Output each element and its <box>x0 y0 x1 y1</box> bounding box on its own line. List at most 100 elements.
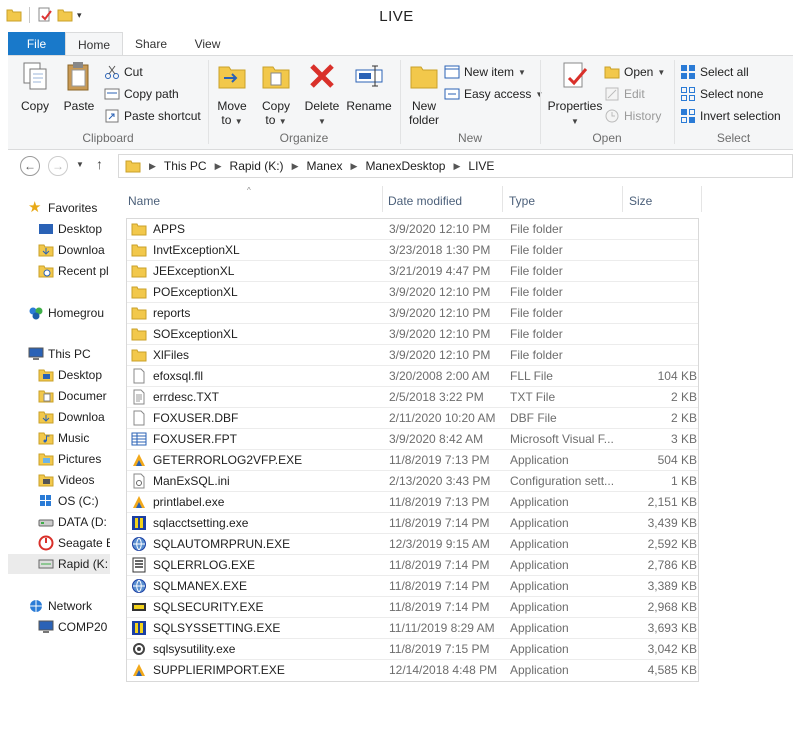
select-none-button[interactable]: Select none <box>680 84 763 104</box>
file-size: 4,585 KB <box>647 663 697 677</box>
copy-path-icon <box>104 88 120 100</box>
nav-downloads[interactable]: Downloa <box>38 240 105 260</box>
file-row[interactable]: SOExceptionXL 3/9/2020 12:10 PM File folde… <box>127 324 698 345</box>
file-size: 504 KB <box>657 453 697 467</box>
file-name: SUPPLIERIMPORT.EXE <box>153 663 285 677</box>
chevron-right-icon[interactable]: ▶ <box>215 161 222 172</box>
file-row[interactable]: SUPPLIERIMPORT.EXE 12/14/2018 4:48 PM Appl… <box>127 660 698 681</box>
file-row[interactable]: sqlsysutility.exe 11/8/2019 7:15 PM Applic… <box>127 639 698 660</box>
file-size <box>627 345 697 365</box>
file-row[interactable]: POExceptionXL 3/9/2020 12:10 PM File folde… <box>127 282 698 303</box>
file-name-cell: SQLERRLOG.EXE <box>131 555 385 575</box>
file-name: JEExceptionXL <box>153 264 235 278</box>
move-to-button[interactable]: Move to ▼ <box>212 60 252 129</box>
breadcrumb-rapid-k[interactable]: Rapid (K:) <box>230 159 284 173</box>
column-header-type[interactable]: Type <box>503 186 621 216</box>
tab-file[interactable]: File <box>8 32 65 56</box>
file-row[interactable]: SQLMANEX.EXE 11/8/2019 7:14 PM Application… <box>127 576 698 597</box>
back-button[interactable]: ← <box>20 156 40 176</box>
column-header-name[interactable]: Name <box>122 186 382 216</box>
file-row[interactable]: JEExceptionXL 3/21/2019 4:47 PM File folde… <box>127 261 698 282</box>
tab-home[interactable]: Home <box>65 32 123 56</box>
cut-button[interactable]: Cut <box>104 62 143 82</box>
breadcrumb-live[interactable]: LIVE <box>468 159 494 173</box>
nav-os-c[interactable]: OS (C:) <box>38 491 99 511</box>
open-button[interactable]: Open ▼ <box>604 62 665 82</box>
nav-this-pc[interactable]: This PC <box>28 344 91 364</box>
properties-button[interactable]: Properties ▼ <box>544 60 606 129</box>
forward-button[interactable]: → <box>48 156 68 176</box>
nav-desktop[interactable]: Desktop <box>38 219 102 239</box>
chevron-right-icon[interactable]: ▶ <box>351 161 358 172</box>
nav-network[interactable]: Network <box>28 596 92 616</box>
column-header-date[interactable]: Date modified <box>382 186 502 216</box>
nav-pc-downloads[interactable]: Downloa <box>38 407 105 427</box>
file-row[interactable]: XlFiles 3/9/2020 12:10 PM File folder <box>127 345 698 366</box>
file-size <box>627 240 697 260</box>
nav-videos[interactable]: Videos <box>38 470 94 490</box>
delete-button[interactable]: Delete ▼ <box>302 60 342 129</box>
file-row[interactable]: printlabel.exe 11/8/2019 7:13 PM Applicati… <box>127 492 698 513</box>
breadcrumb-this-pc[interactable]: This PC <box>164 159 207 173</box>
paste-button[interactable]: Paste <box>60 60 98 113</box>
nav-favorites[interactable]: ★ Favorites <box>28 198 97 218</box>
chevron-right-icon[interactable]: ▶ <box>292 161 299 172</box>
file-row[interactable]: errdesc.TXT 2/5/2018 3:22 PM TXT File 2 KB <box>127 387 698 408</box>
copy-button[interactable]: Copy <box>16 60 54 113</box>
nav-pictures[interactable]: Pictures <box>38 449 101 469</box>
new-item-button[interactable]: New item ▼ <box>444 62 526 82</box>
chevron-down-icon: ▼ <box>518 67 526 77</box>
file-row[interactable]: sqlacctsetting.exe 11/8/2019 7:14 PM Appli… <box>127 513 698 534</box>
nav-seagate[interactable]: Seagate E <box>38 533 110 553</box>
file-date: 3/9/2020 12:10 PM <box>389 285 491 299</box>
file-type: File folder <box>510 222 563 236</box>
nav-homegroup[interactable]: Homegrou <box>28 303 104 323</box>
nav-data-d[interactable]: DATA (D: <box>38 512 107 532</box>
file-type: File folder <box>510 327 563 341</box>
column-header-size[interactable]: Size <box>623 186 701 216</box>
file-row[interactable]: SQLERRLOG.EXE 11/8/2019 7:14 PM Applicatio… <box>127 555 698 576</box>
new-folder-button[interactable]: New folder <box>404 60 444 127</box>
easy-access-button[interactable]: Easy access ▼ <box>444 84 543 104</box>
file-row[interactable]: ManExSQL.ini 2/13/2020 3:43 PM Configurati… <box>127 471 698 492</box>
file-row[interactable]: SQLSECURITY.EXE 11/8/2019 7:14 PM Applicat… <box>127 597 698 618</box>
invert-selection-button[interactable]: Invert selection <box>680 106 781 126</box>
tab-share[interactable]: Share <box>128 32 174 56</box>
file-row[interactable]: SQLAUTOMRPRUN.EXE 12/3/2019 9:15 AM Applic… <box>127 534 698 555</box>
breadcrumb-manexdesktop[interactable]: ManexDesktop <box>365 159 445 173</box>
file-size: 3,042 KB <box>647 642 697 656</box>
file-name-cell: reports <box>131 303 385 323</box>
chevron-right-icon[interactable]: ▶ <box>453 161 460 172</box>
file-row[interactable]: InvtExceptionXL 3/23/2018 1:30 PM File fol… <box>127 240 698 261</box>
copy-path-button[interactable]: Copy path <box>104 84 179 104</box>
nav-computer[interactable]: COMP20 <box>38 617 107 637</box>
copy-to-button[interactable]: Copy to ▼ <box>256 60 296 129</box>
nav-documents[interactable]: Documer <box>38 386 107 406</box>
paste-shortcut-button[interactable]: Paste shortcut <box>104 106 201 126</box>
file-size <box>627 303 697 323</box>
recent-locations-dropdown[interactable]: ▼ <box>76 160 84 169</box>
file-row[interactable]: APPS 3/9/2020 12:10 PM File folder <box>127 219 698 240</box>
column-divider[interactable] <box>701 186 702 212</box>
select-all-button[interactable]: Select all <box>680 62 749 82</box>
nav-music[interactable]: Music <box>38 428 89 448</box>
chevron-down-icon: ▼ <box>278 117 287 126</box>
file-row[interactable]: FOXUSER.FPT 3/9/2020 8:42 AM Microsoft Vis… <box>127 429 698 450</box>
rename-button[interactable]: Rename <box>344 60 394 113</box>
address-bar[interactable]: ▶ This PC ▶ Rapid (K:) ▶ Manex ▶ ManexDe… <box>118 154 793 178</box>
tab-view[interactable]: View <box>180 32 235 56</box>
breadcrumb-manex[interactable]: Manex <box>306 159 342 173</box>
edit-button[interactable]: Edit <box>604 84 645 104</box>
nav-rapid-k[interactable]: Rapid (K: <box>8 554 110 574</box>
file-row[interactable]: FOXUSER.DBF 2/11/2020 10:20 AM DBF File 2 K… <box>127 408 698 429</box>
file-date: 11/11/2019 8:29 AM <box>389 621 495 635</box>
file-row[interactable]: GETERRORLOG2VFP.EXE 11/8/2019 7:13 PM Appl… <box>127 450 698 471</box>
file-row[interactable]: efoxsql.fll 3/20/2008 2:00 AM FLL File 104 … <box>127 366 698 387</box>
file-row[interactable]: reports 3/9/2020 12:10 PM File folder <box>127 303 698 324</box>
nav-recent-places[interactable]: Recent pl <box>38 261 109 281</box>
new-item-icon <box>444 65 460 79</box>
file-row[interactable]: SQLSYSSETTING.EXE 11/11/2019 8:29 AM Appli… <box>127 618 698 639</box>
up-button[interactable]: ↑ <box>96 156 103 172</box>
nav-pc-desktop[interactable]: Desktop <box>38 365 102 385</box>
history-button[interactable]: History <box>604 106 661 126</box>
